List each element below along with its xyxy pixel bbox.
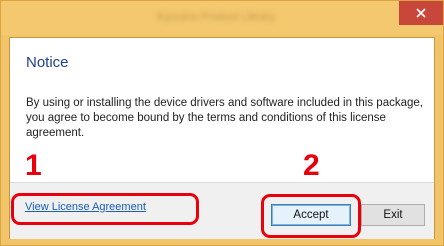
callout-number-1: 1 — [25, 149, 42, 182]
notice-title: Notice — [26, 54, 69, 71]
title-bar[interactable]: Kyocera Product Library — [1, 1, 443, 35]
accept-button[interactable]: Accept — [271, 204, 351, 226]
callout-number-2: 2 — [303, 149, 320, 182]
close-icon — [416, 8, 426, 18]
exit-button[interactable]: Exit — [361, 204, 425, 226]
view-license-agreement-link[interactable]: View License Agreement — [25, 201, 146, 213]
license-notice-text: By using or installing the device driver… — [26, 97, 423, 139]
window-title: Kyocera Product Library — [157, 11, 275, 23]
dialog-window: Kyocera Product Library Notice By using … — [0, 0, 444, 246]
close-button[interactable] — [399, 1, 443, 25]
